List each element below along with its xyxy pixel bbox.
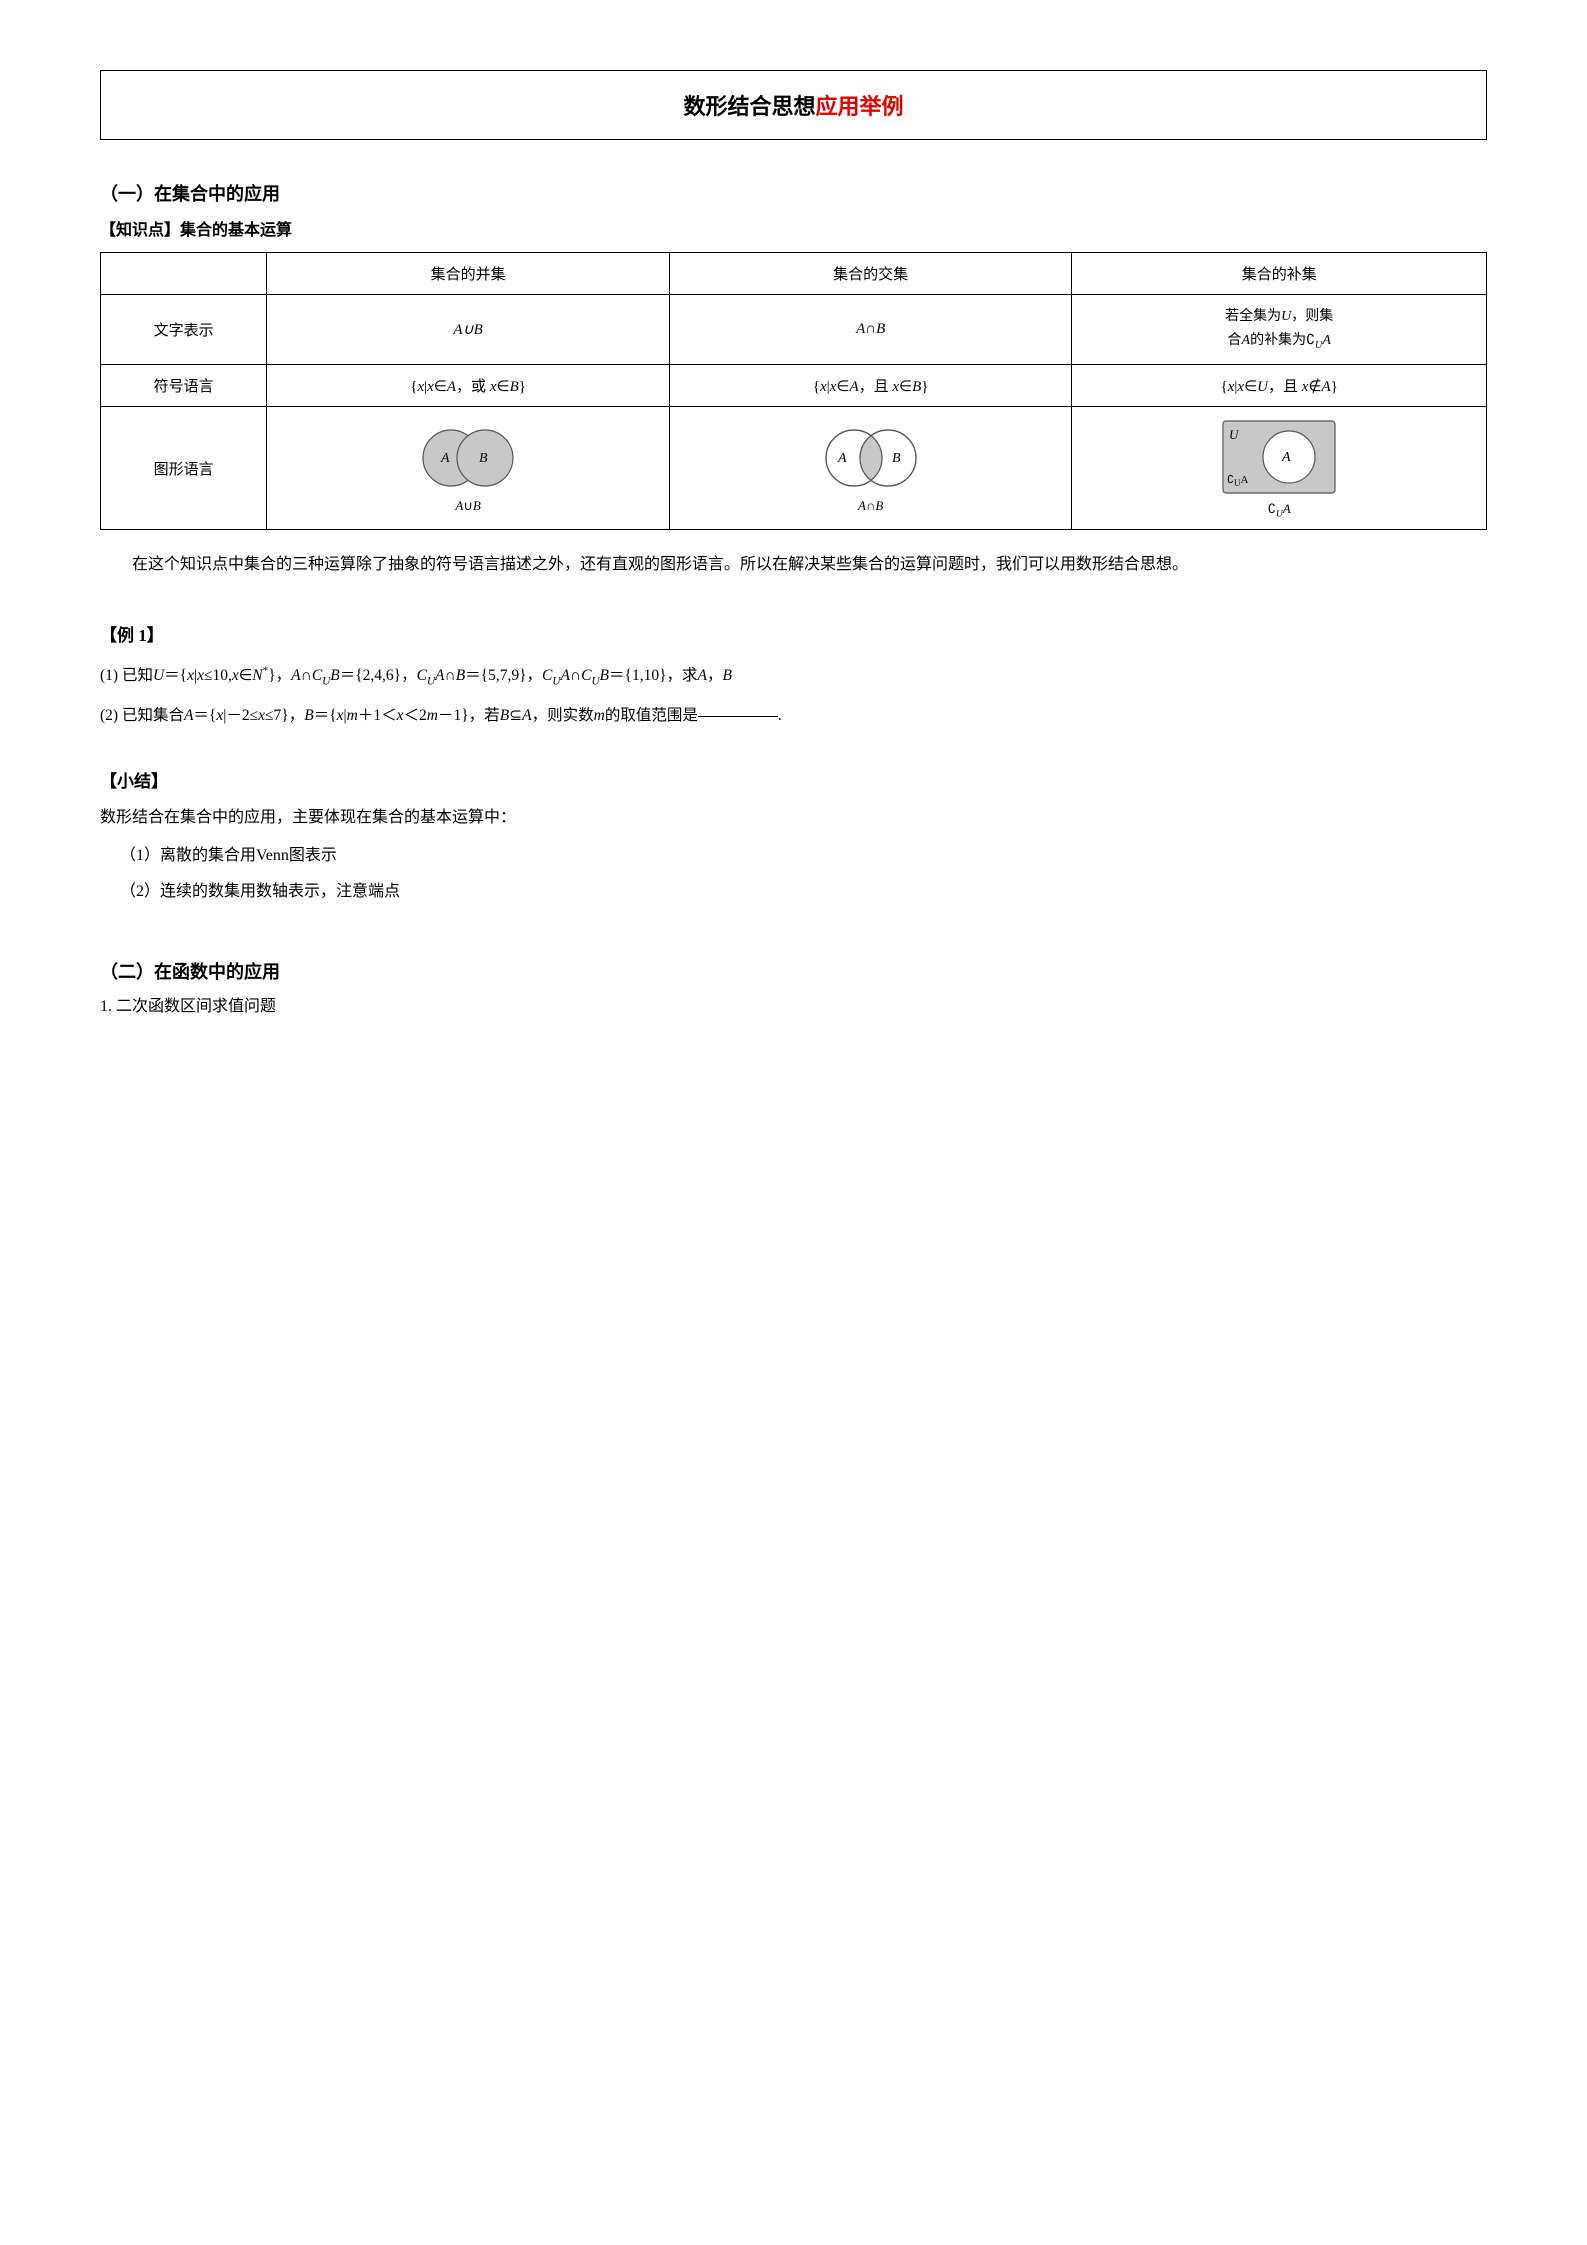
title-suffix: 应用举例 (816, 94, 904, 119)
complement-text: 若全集为U，则集合A的补集为∁UA (1072, 295, 1487, 365)
venn-complement-label: ∁UA (1268, 501, 1291, 520)
summary1-text: 数形结合在集合中的应用，主要体现在集合的基本运算中： (100, 802, 1487, 834)
intersection-symbol: {x|x∈A，且 x∈B} (669, 364, 1072, 406)
svg-text:U: U (1229, 427, 1240, 442)
row-label-text: 文字表示 (101, 295, 267, 365)
venn-intersection-cell: A B A∩B (669, 406, 1072, 530)
svg-text:A: A (1281, 450, 1291, 465)
section2-sub1: 1. 二次函数区间求值问题 (100, 992, 1487, 1016)
row-label-graphic: 图形语言 (101, 406, 267, 530)
example1-item2: (2) 已知集合A＝{x|－2≤x≤7}，B＝{x|m＋1＜x＜2m－1}，若B… (100, 700, 1487, 731)
svg-text:B: B (479, 451, 488, 466)
intersection-text: A∩B (669, 295, 1072, 365)
row-label-symbol: 符号语言 (101, 364, 267, 406)
example1-heading: 【例 1】 (100, 621, 1487, 646)
page-title: 数形结合思想应用举例 (683, 94, 903, 119)
example1-item1: (1) 已知U＝{x|x≤10,x∈N*}，A∩CUB＝{2,4,6}，CUA∩… (100, 660, 1487, 693)
summary-item1: （1）离散的集合用Venn图表示 (120, 840, 1487, 872)
blank-answer (698, 716, 778, 717)
venn-intersection-label: A∩B (858, 498, 883, 514)
col-header-intersection: 集合的交集 (669, 253, 1072, 295)
venn-complement-cell: U A ∁UA ∁UA (1072, 406, 1487, 530)
venn-union-label: A∪B (455, 498, 480, 514)
title-prefix: 数形结合思想 (683, 94, 815, 119)
paragraph1: 在这个知识点中集合的三种运算除了抽象的符号语言描述之外，还有直观的图形语言。所以… (100, 550, 1487, 580)
section2-heading: （二）在函数中的应用 (100, 958, 1487, 984)
summary-item2: （2）连续的数集用数轴表示，注意端点 (120, 876, 1487, 908)
svg-text:B: B (892, 451, 901, 466)
union-symbol: {x|x∈A，或 x∈B} (267, 364, 670, 406)
set-operations-table: 集合的并集 集合的交集 集合的补集 文字表示 A∪B A∩B 若全集为U，则集合… (100, 252, 1487, 530)
svg-text:A: A (837, 451, 847, 466)
section1-heading: （一）在集合中的应用 (100, 180, 1487, 206)
summary1-heading: 【小结】 (100, 767, 1487, 792)
page-title-box: 数形结合思想应用举例 (100, 70, 1487, 140)
svg-text:A: A (440, 451, 450, 466)
venn-union-cell: A B A∪B (267, 406, 670, 530)
col-header-complement: 集合的补集 (1072, 253, 1487, 295)
knowledge-point-label: 【知识点】集合的基本运算 (100, 216, 1487, 240)
complement-symbol: {x|x∈U，且 x∉A} (1072, 364, 1487, 406)
union-text: A∪B (267, 295, 670, 365)
col-header-union: 集合的并集 (267, 253, 670, 295)
